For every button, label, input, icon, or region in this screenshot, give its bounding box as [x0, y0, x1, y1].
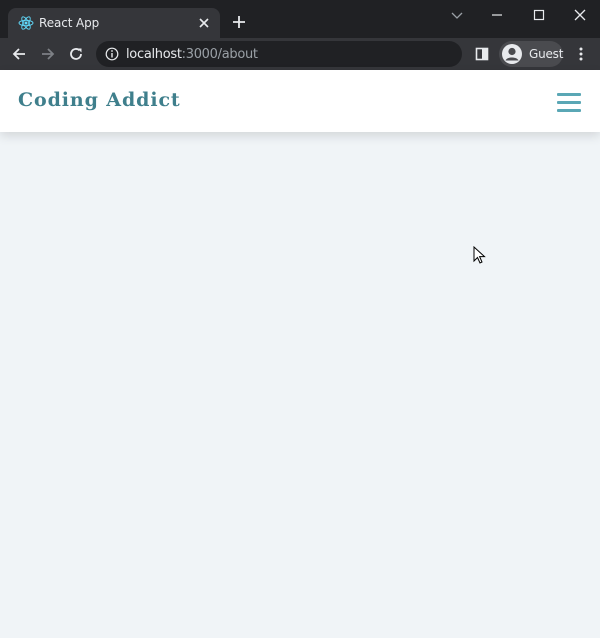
close-window-icon[interactable]	[573, 8, 587, 22]
mouse-cursor-icon	[473, 246, 486, 264]
address-bar[interactable]: localhost:3000/about	[96, 41, 462, 67]
react-icon	[18, 16, 34, 30]
page-viewport: Coding Addict	[0, 70, 600, 638]
url-path: :3000/about	[181, 47, 258, 62]
brand-logo[interactable]: Coding Addict	[18, 89, 181, 111]
forward-arrow-icon[interactable]	[40, 46, 56, 62]
hamburger-icon[interactable]	[556, 92, 582, 112]
url-host: localhost	[126, 47, 182, 62]
url-text: localhost:3000/about	[126, 47, 258, 62]
tab-search-chevron-icon[interactable]	[450, 8, 464, 22]
tab-title: React App	[39, 16, 100, 30]
close-tab-icon[interactable]	[198, 17, 210, 29]
navbar: Coding Addict	[0, 70, 600, 132]
profile-label: Guest	[529, 47, 564, 61]
back-arrow-icon[interactable]	[11, 46, 27, 62]
tab-react-app[interactable]: React App	[8, 8, 220, 38]
browser-toolbar: localhost:3000/about Guest	[0, 38, 600, 70]
hamburger-bar	[557, 93, 581, 96]
new-tab-icon[interactable]	[232, 15, 246, 29]
maximize-icon[interactable]	[532, 8, 546, 22]
side-panel-icon[interactable]	[474, 46, 490, 62]
hamburger-bar	[557, 109, 581, 112]
tab-strip: React App	[0, 0, 600, 38]
kebab-menu-icon[interactable]	[573, 46, 589, 62]
hamburger-bar	[557, 101, 581, 104]
reload-icon[interactable]	[68, 46, 84, 62]
site-info-icon[interactable]	[105, 47, 119, 61]
profile-button[interactable]: Guest	[499, 41, 563, 67]
avatar-icon	[502, 44, 522, 64]
minimize-icon[interactable]	[490, 8, 504, 22]
